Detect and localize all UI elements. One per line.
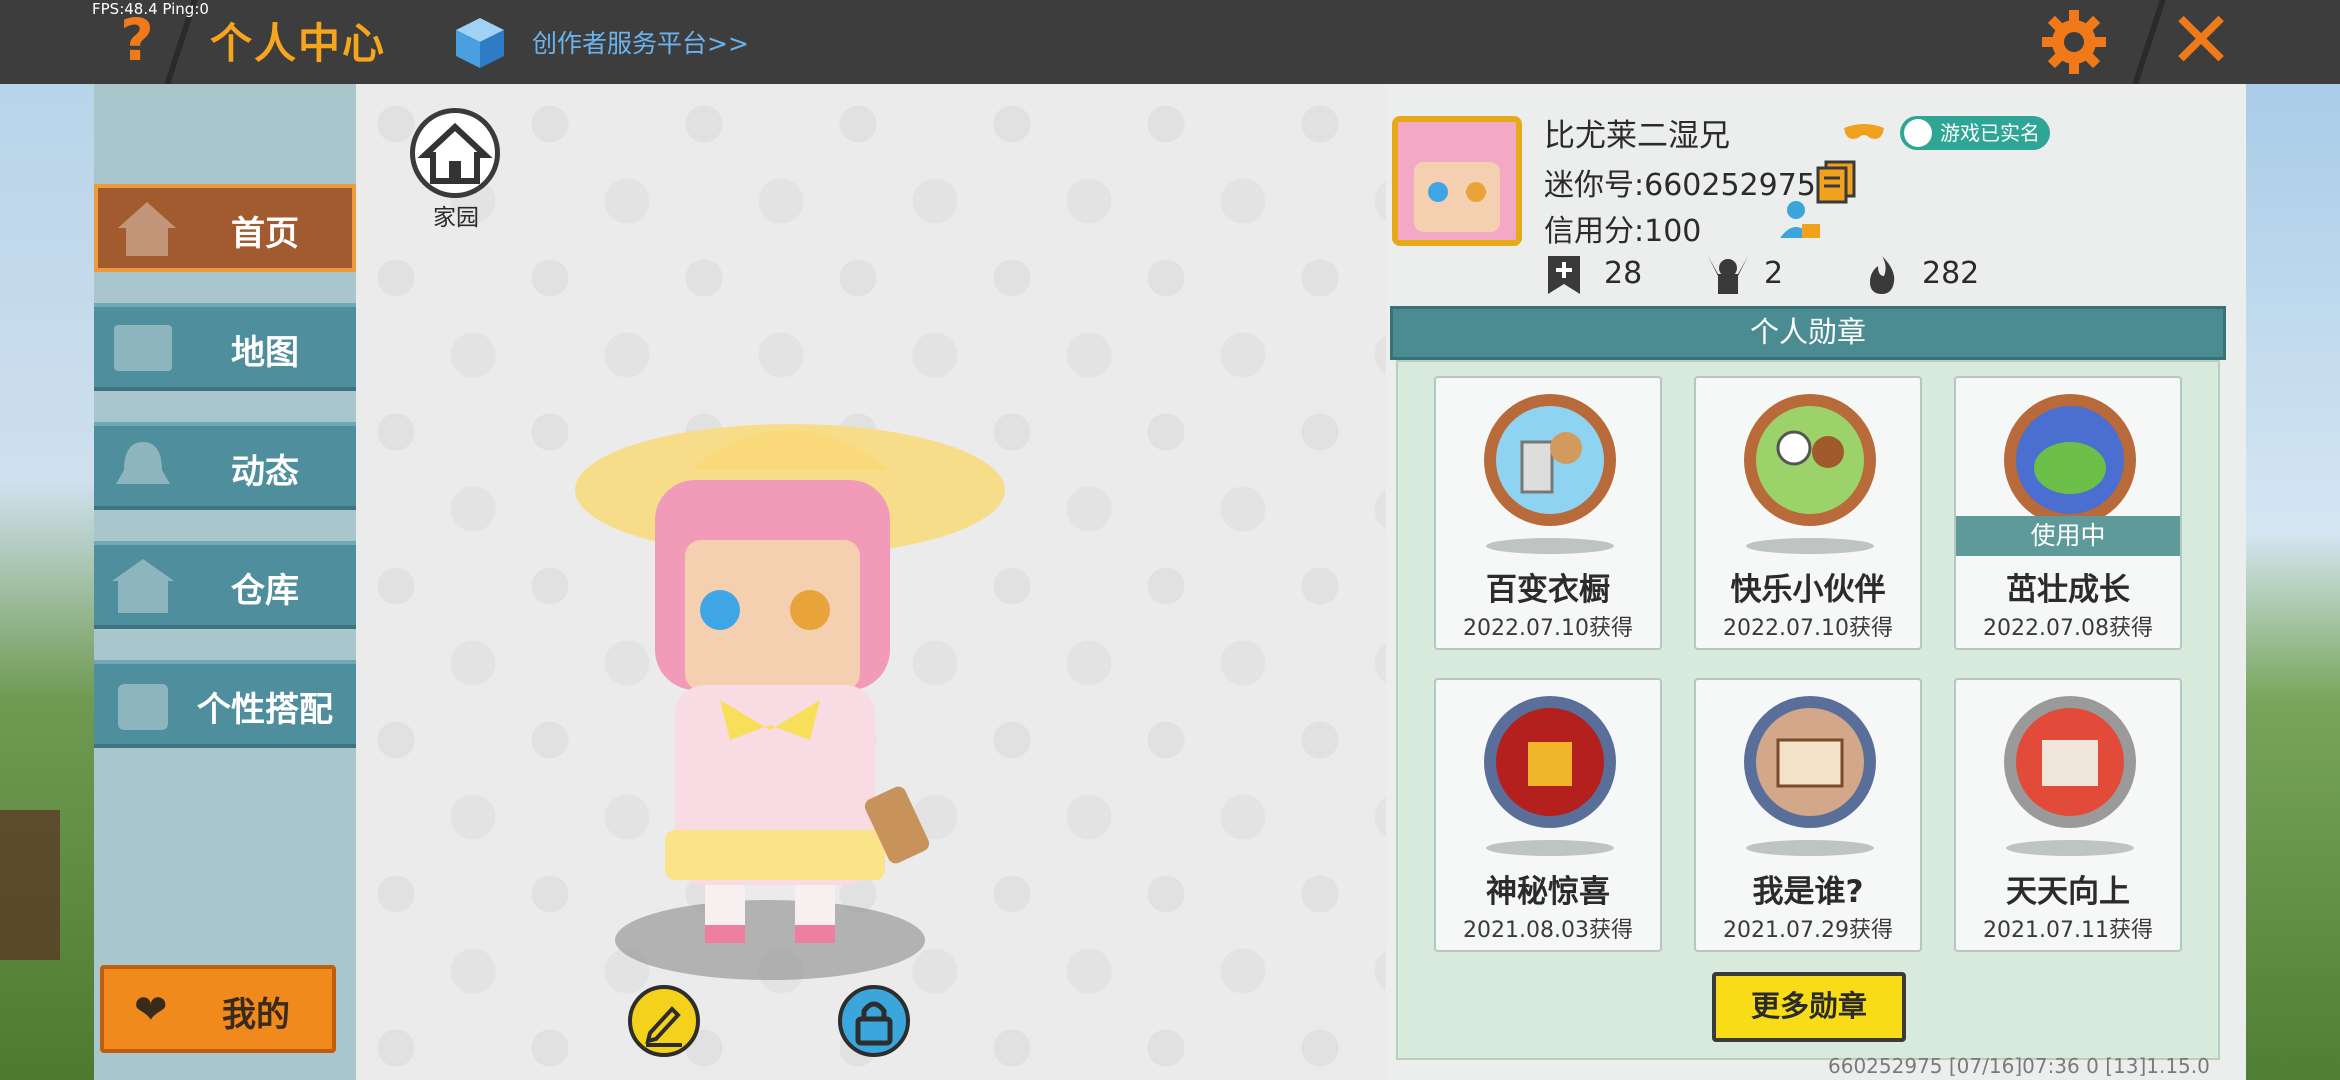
page-title: 个人中心: [210, 19, 387, 68]
medal-friends-icon: [1744, 394, 1876, 526]
sidebar-tab-label: 动态: [231, 452, 299, 492]
background-right: [2244, 84, 2340, 1080]
medal-name: 百变衣橱: [1486, 572, 1610, 608]
creator-platform-link[interactable]: 创作者服务平台>>: [532, 24, 749, 60]
warehouse-icon: [112, 559, 174, 613]
medal-card[interactable]: 神秘惊喜 2021.08.03获得: [1434, 678, 1662, 952]
heart-icon: ❤: [134, 987, 168, 1033]
medal-date: 2022.07.08获得: [1983, 616, 2153, 641]
medal-growth-icon: [2004, 394, 2136, 526]
help-icon[interactable]: ?: [112, 8, 162, 72]
sidebar-tab-map[interactable]: 地图: [94, 303, 356, 391]
house-icon: [417, 122, 493, 184]
separator: [2132, 0, 2166, 84]
outfit-icon: [118, 684, 168, 730]
medal-daily-icon: [2004, 696, 2136, 828]
medal-name: 茁壮成长: [2006, 572, 2130, 608]
medal-name: 天天向上: [2006, 874, 2130, 910]
sidebar-tab-label: 个性搭配: [197, 690, 333, 730]
more-medals-button[interactable]: 更多勋章: [1712, 972, 1906, 1042]
verified-badge[interactable]: 游戏已实名: [1900, 116, 2050, 150]
verified-label: 游戏已实名: [1940, 121, 2040, 145]
mini-id: 迷你号:660252975: [1544, 168, 1816, 203]
background-block: [0, 810, 60, 960]
avatar: [1398, 122, 1516, 240]
medal-date: 2021.07.29获得: [1723, 918, 1893, 943]
nickname: 比尤莱二湿兄: [1544, 118, 1730, 154]
flame-icon: [1870, 256, 1895, 294]
medal-name: 神秘惊喜: [1486, 874, 1610, 910]
home-tab-icon: [118, 202, 176, 256]
medal-surprise-icon: [1484, 696, 1616, 828]
homeland-button[interactable]: [410, 108, 500, 198]
medal-date: 2021.07.11获得: [1983, 918, 2153, 943]
medal-wardrobe-icon: [1484, 394, 1616, 526]
character-avatar[interactable]: [560, 410, 1030, 990]
medal-name: 快乐小伙伴: [1730, 572, 1886, 608]
sidebar-tab-label: 首页: [231, 214, 299, 254]
medal-shadow: [1746, 538, 1874, 554]
cube-icon[interactable]: [452, 14, 508, 70]
medal-name: 我是谁?: [1752, 874, 1864, 910]
medal-shadow: [1486, 538, 1614, 554]
close-icon[interactable]: ✕: [2168, 2, 2234, 80]
stat-value: 282: [1922, 256, 1980, 291]
lock-icon: [855, 1001, 893, 1046]
credit-person-icon[interactable]: [1778, 198, 1822, 242]
stat-value: 28: [1604, 256, 1643, 291]
medal-card[interactable]: 使用中 茁壮成长 2022.07.08获得: [1954, 376, 2182, 650]
my-button-label: 我的: [222, 995, 290, 1035]
credit-score: 信用分:100: [1544, 214, 1702, 249]
medal-shadow: [1746, 840, 1874, 856]
bell-icon: [116, 442, 170, 484]
gear-icon[interactable]: [2040, 8, 2108, 76]
medal-date: 2022.07.10获得: [1723, 616, 1893, 641]
stat-value: 2: [1764, 256, 1784, 291]
profile-avatar[interactable]: [1392, 116, 1522, 246]
medal-card[interactable]: 百变衣橱 2022.07.10获得: [1434, 376, 1662, 650]
in-use-badge: 使用中: [1956, 516, 2180, 556]
medal-card[interactable]: 天天向上 2021.07.11获得: [1954, 678, 2182, 952]
my-button[interactable]: ❤ 我的: [100, 965, 336, 1053]
medal-card[interactable]: 快乐小伙伴 2022.07.10获得: [1694, 376, 1922, 650]
sidebar-tab-feed[interactable]: 动态: [94, 422, 356, 510]
medal-shadow: [2006, 840, 2134, 856]
bookmark-plus-icon: [1548, 256, 1580, 294]
edit-button[interactable]: [628, 985, 700, 1057]
medal-shadow: [1486, 840, 1614, 856]
pencil-icon: [645, 1006, 682, 1047]
map-icon: [114, 325, 172, 371]
sidebar-tab-home[interactable]: 首页: [94, 184, 356, 272]
person-icon: [1904, 119, 1932, 147]
sidebar-tab-label: 地图: [231, 333, 299, 373]
sidebar-tab-label: 仓库: [231, 571, 299, 611]
sidebar-tab-warehouse[interactable]: 仓库: [94, 541, 356, 629]
medals-header: 个人勋章: [1390, 306, 2226, 360]
lock-button[interactable]: [838, 985, 910, 1057]
copy-icon[interactable]: [1816, 160, 1856, 204]
medal-card[interactable]: 我是谁? 2021.07.29获得: [1694, 678, 1922, 952]
footer-info: 660252975 [07/16]07:36 0 [13]1.15.0: [1828, 1054, 2210, 1078]
medal-date: 2021.08.03获得: [1463, 918, 1633, 943]
mask-icon[interactable]: [1842, 122, 1886, 144]
fans-icon: [1708, 256, 1748, 294]
medal-date: 2022.07.10获得: [1463, 616, 1633, 641]
medal-who-am-i-icon: [1744, 696, 1876, 828]
sidebar-tab-outfit[interactable]: 个性搭配: [94, 660, 356, 748]
homeland-label: 家园: [433, 205, 479, 231]
